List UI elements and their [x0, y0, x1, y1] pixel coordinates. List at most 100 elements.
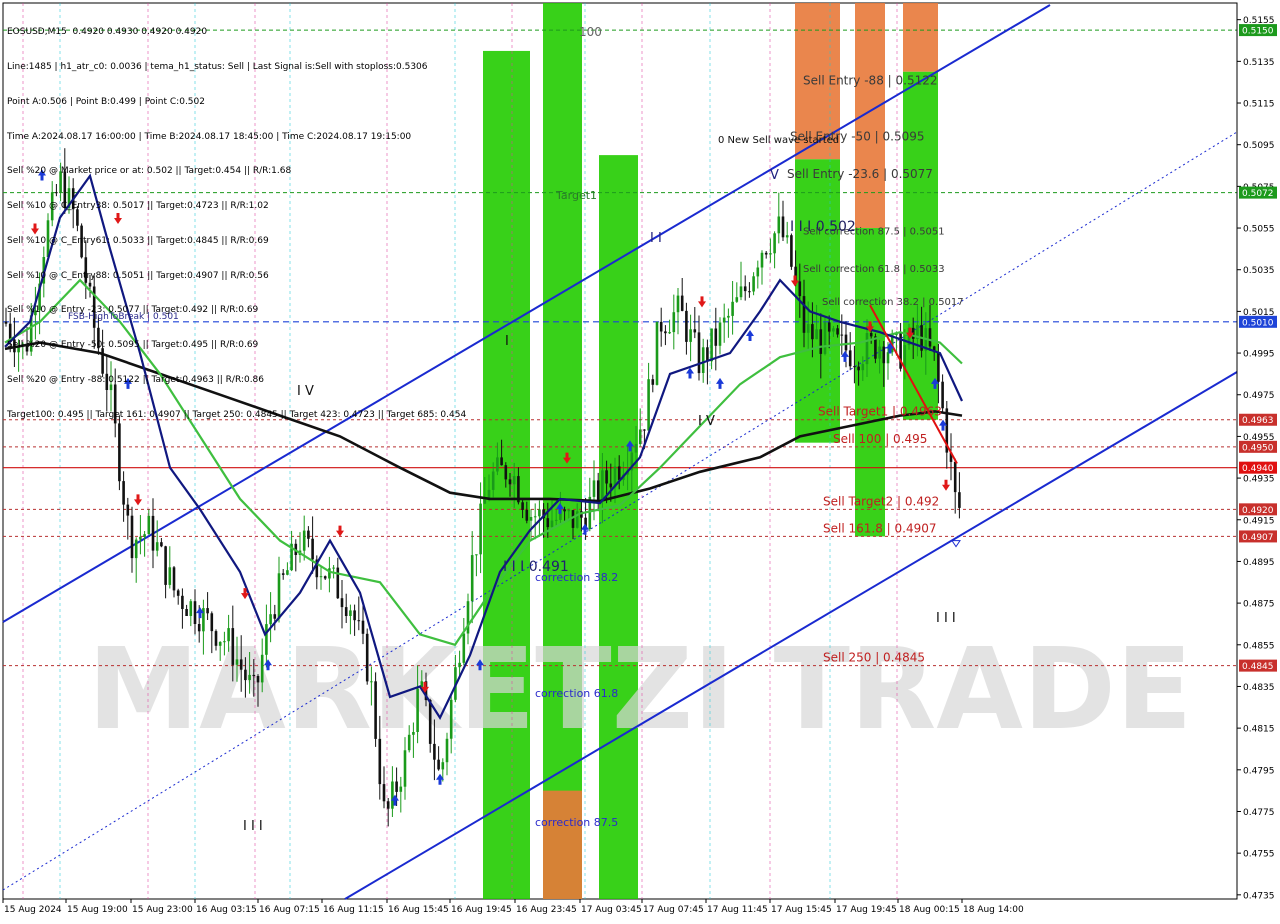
candle-body — [798, 281, 802, 297]
candle-body — [101, 348, 104, 374]
candle-body — [168, 567, 172, 585]
y-tick-label: 0.4875 — [1243, 600, 1275, 610]
annotation-wave-iv-a: I V — [297, 384, 314, 399]
candle-body — [109, 384, 113, 391]
level-label: Sell correction 61.8 | 0.5033 — [803, 264, 945, 275]
candle-body — [273, 614, 277, 619]
annotation-wave-iii-a: I I I — [243, 819, 263, 834]
x-tick-label: 16 Aug 11:15 — [323, 905, 384, 915]
candle-body — [122, 481, 125, 505]
candle-body — [311, 538, 314, 560]
annotation-wave-iii-b: I I I — [936, 611, 956, 626]
price-tag-label: 0.5150 — [1242, 27, 1274, 37]
y-tick-label: 0.5115 — [1243, 100, 1275, 110]
candle-body — [529, 517, 533, 521]
price-chart[interactable]: MARKETZI TRADE Sell Entry -88 | 0.5122 Sel… — [0, 0, 1280, 920]
candle-body — [634, 444, 638, 453]
candle-body — [118, 423, 121, 482]
candle-body — [727, 315, 730, 318]
candle-body — [748, 291, 751, 293]
candle-body — [416, 688, 419, 732]
candle-body — [433, 743, 436, 760]
candle-body — [374, 681, 377, 739]
candle-body — [50, 192, 54, 221]
price-tag-label: 0.4963 — [1242, 416, 1274, 426]
candle-body — [533, 516, 537, 518]
candle-body — [525, 509, 529, 521]
candle-body — [760, 252, 764, 268]
candle-body — [147, 515, 151, 535]
candle-body — [546, 518, 550, 528]
candle-body — [76, 209, 79, 226]
candle-body — [861, 364, 865, 371]
candle-body — [231, 628, 235, 665]
candle-body — [512, 476, 516, 485]
y-tick-label: 0.4835 — [1243, 683, 1275, 693]
candle-body — [428, 700, 432, 744]
level-label: Sell 250 | 0.4845 — [823, 651, 925, 665]
candle-body — [386, 801, 390, 809]
candle-body — [332, 567, 335, 569]
level-label: Sell 100 | 0.495 — [833, 432, 927, 446]
signal-zone — [903, 3, 938, 72]
y-tick-label: 0.5035 — [1243, 266, 1275, 276]
candle-body — [638, 429, 642, 445]
candle-body — [4, 321, 8, 324]
candle-body — [811, 324, 814, 340]
y-tick-label: 0.4895 — [1243, 558, 1275, 568]
y-tick-label: 0.5135 — [1243, 58, 1275, 68]
candle-body — [437, 759, 440, 770]
candle-body — [592, 480, 596, 497]
candle-body — [155, 542, 159, 551]
candle-body — [302, 530, 306, 551]
y-tick-label: 0.4935 — [1243, 475, 1275, 485]
x-tick-label: 15 Aug 19:00 — [67, 905, 128, 915]
level-label: Sell 161.8 | 0.4907 — [823, 521, 937, 535]
candle-body — [105, 373, 109, 390]
price-tag-label: 0.5010 — [1242, 318, 1274, 328]
candle-body — [563, 509, 566, 512]
candle-body — [756, 267, 760, 277]
candle-body — [193, 601, 197, 624]
candle-body — [185, 609, 188, 616]
candle-body — [617, 466, 621, 480]
candle-body — [139, 536, 142, 540]
candle-body — [134, 539, 138, 559]
candle-body — [277, 573, 281, 619]
candle-body — [504, 465, 508, 480]
candle-body — [160, 542, 163, 547]
candle-body — [206, 608, 209, 614]
candle-body — [227, 628, 230, 642]
x-tick-label: 16 Aug 19:45 — [451, 905, 512, 915]
candle-body — [97, 327, 100, 349]
candle-body — [256, 676, 260, 683]
candle-body — [508, 479, 512, 485]
candle-body — [853, 366, 856, 368]
candle-body — [113, 384, 117, 424]
price-tag-label: 0.4920 — [1242, 506, 1274, 516]
chart-canvas[interactable]: MARKETZI TRADESell Entry -88 | 0.5122Sel… — [0, 0, 1280, 920]
candle-body — [197, 624, 201, 632]
candle-body — [281, 573, 285, 575]
candle-body — [739, 286, 743, 298]
price-tag-label: 0.4845 — [1242, 662, 1274, 672]
candle-body — [878, 346, 881, 359]
candle-body — [34, 310, 37, 316]
candle-body — [496, 457, 499, 472]
candle-body — [697, 332, 701, 374]
y-tick-label: 0.4735 — [1243, 891, 1275, 901]
candle-body — [647, 379, 650, 431]
candle-body — [46, 220, 50, 257]
candle-body — [395, 781, 398, 792]
level-label: Sell Entry -88 | 0.5122 — [803, 73, 937, 87]
candle-body — [218, 641, 222, 646]
candle-body — [441, 762, 445, 770]
candle-body — [806, 324, 810, 333]
candle-body — [382, 784, 386, 802]
annotation-corr-875: correction 87.5 — [535, 816, 618, 829]
candle-body — [857, 366, 860, 371]
candle-body — [286, 570, 289, 575]
signal-zone — [855, 3, 885, 229]
candle-body — [815, 329, 818, 340]
candle-body — [865, 333, 869, 365]
